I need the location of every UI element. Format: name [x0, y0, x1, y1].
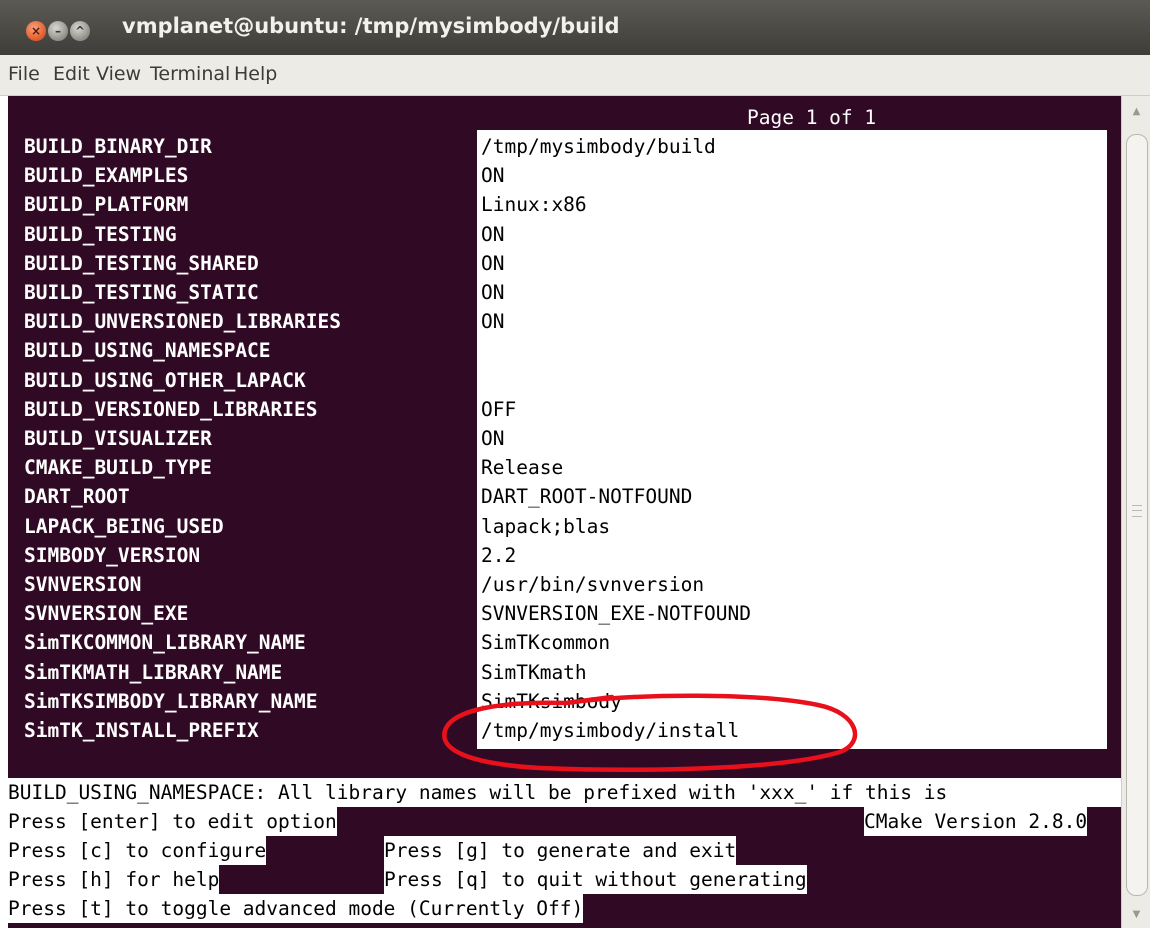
entry-value[interactable]: SimTKsimbody: [481, 687, 622, 716]
entry-key[interactable]: CMAKE_BUILD_TYPE: [24, 453, 212, 482]
entry-value[interactable]: Linux:x86: [481, 190, 587, 219]
scrollbar[interactable]: ▲ ▼: [1121, 96, 1150, 928]
entry-key[interactable]: BUILD_TESTING_SHARED: [24, 249, 259, 278]
status-line: BUILD_USING_NAMESPACE: All library names…: [8, 778, 1121, 807]
scroll-thumb[interactable]: [1126, 134, 1148, 896]
entry-key[interactable]: SimTKSIMBODY_LIBRARY_NAME: [24, 687, 318, 716]
help-quit: Press [q] to quit without generating: [384, 865, 807, 894]
entry-key[interactable]: BUILD_BINARY_DIR: [24, 132, 212, 161]
menu-help[interactable]: Help: [234, 63, 277, 85]
help-configure: Press [c] to configure: [8, 836, 267, 865]
entry-key[interactable]: BUILD_EXAMPLES: [24, 161, 188, 190]
menu-file[interactable]: File: [8, 63, 40, 85]
terminal-screen[interactable]: Page 1 of 1 BUILD_BINARY_DIR/tmp/mysimbo…: [8, 96, 1121, 928]
entry-key[interactable]: SimTKCOMMON_LIBRARY_NAME: [24, 628, 306, 657]
help-toggle: Press [t] to toggle advanced mode (Curre…: [8, 894, 584, 923]
entry-value[interactable]: Release: [481, 453, 563, 482]
entry-key[interactable]: DART_ROOT: [24, 482, 130, 511]
entry-key[interactable]: BUILD_USING_NAMESPACE: [24, 336, 271, 365]
entry-value[interactable]: ON: [481, 220, 504, 249]
entry-key[interactable]: BUILD_TESTING_STATIC: [24, 278, 259, 307]
entry-key[interactable]: SIMBODY_VERSION: [24, 541, 200, 570]
entry-value[interactable]: /usr/bin/svnversion: [481, 570, 704, 599]
entry-key[interactable]: SimTK_INSTALL_PREFIX: [24, 716, 259, 745]
entry-value[interactable]: ON: [481, 307, 504, 336]
menu-edit[interactable]: Edit: [53, 63, 90, 85]
entry-value[interactable]: ON: [481, 249, 504, 278]
entry-value[interactable]: ON: [481, 161, 504, 190]
entry-value[interactable]: /tmp/mysimbody/build: [481, 132, 716, 161]
maximize-window-button[interactable]: ^: [70, 21, 90, 41]
entry-key[interactable]: LAPACK_BEING_USED: [24, 512, 224, 541]
menu-terminal[interactable]: Terminal: [150, 63, 230, 85]
help-help: Press [h] for help: [8, 865, 220, 894]
help-generate: Press [g] to generate and exit: [384, 836, 737, 865]
scroll-up-arrow-icon[interactable]: ▲: [1122, 106, 1150, 117]
scroll-down-arrow-icon[interactable]: ▼: [1122, 909, 1150, 920]
entry-key[interactable]: BUILD_USING_OTHER_LAPACK: [24, 366, 306, 395]
entry-value[interactable]: DART_ROOT-NOTFOUND: [481, 482, 692, 511]
minimize-window-button[interactable]: –: [48, 21, 68, 41]
entry-key[interactable]: BUILD_TESTING: [24, 220, 177, 249]
menu-bar: File Edit View Terminal Help: [0, 55, 1150, 96]
entry-value[interactable]: lapack;blas: [481, 512, 610, 541]
entry-key[interactable]: BUILD_VERSIONED_LIBRARIES: [24, 395, 318, 424]
title-bar: × – ^ vmplanet@ubuntu: /tmp/mysimbody/bu…: [0, 0, 1150, 55]
entry-value[interactable]: ON: [481, 278, 504, 307]
entry-value[interactable]: 2.2: [481, 541, 516, 570]
page-indicator: Page 1 of 1: [747, 106, 877, 129]
entry-value[interactable]: SimTKcommon: [481, 628, 610, 657]
entry-value[interactable]: SimTKmath: [481, 658, 587, 687]
cmake-version: CMake Version 2.8.0: [864, 807, 1088, 836]
entry-key[interactable]: SVNVERSION: [24, 570, 141, 599]
menu-view[interactable]: View: [96, 63, 141, 85]
entry-value[interactable]: SVNVERSION_EXE-NOTFOUND: [481, 599, 751, 628]
entry-key[interactable]: SVNVERSION_EXE: [24, 599, 188, 628]
entry-key[interactable]: BUILD_PLATFORM: [24, 190, 188, 219]
entry-value[interactable]: OFF: [481, 395, 516, 424]
entry-key[interactable]: BUILD_UNVERSIONED_LIBRARIES: [24, 307, 341, 336]
close-window-button[interactable]: ×: [26, 21, 46, 41]
window-title: vmplanet@ubuntu: /tmp/mysimbody/build: [122, 14, 620, 38]
entry-key[interactable]: SimTKMATH_LIBRARY_NAME: [24, 658, 282, 687]
entry-value[interactable]: /tmp/mysimbody/install: [481, 716, 739, 745]
entry-value[interactable]: ON: [481, 424, 504, 453]
entry-key[interactable]: BUILD_VISUALIZER: [24, 424, 212, 453]
help-edit: Press [enter] to edit option: [8, 807, 337, 836]
scroll-grip-icon: [1132, 505, 1142, 517]
